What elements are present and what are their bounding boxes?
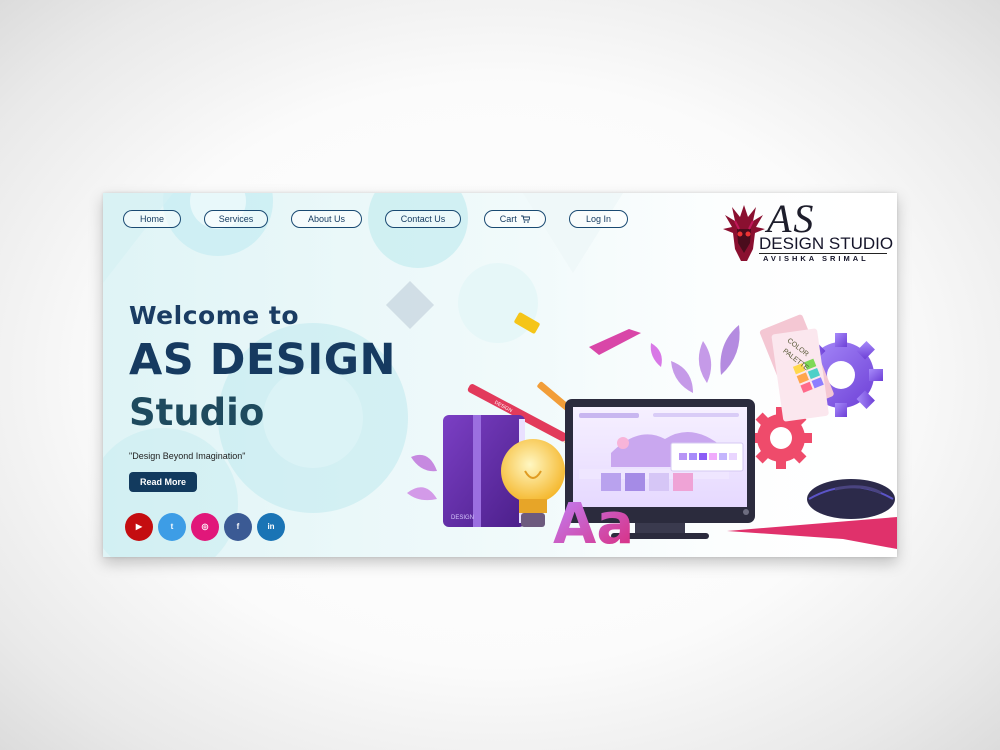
purple-leaf-shape [671,361,693,393]
nav-login-button[interactable]: Log In [569,210,628,228]
pink-leaf-shape [650,343,662,367]
logo-owner: AVISHKA SRIMAL [763,254,869,263]
youtube-icon[interactable]: ▶ [125,513,153,541]
hero-studio: Studio [129,391,265,434]
hero-banner: Home Services About Us Contact Us Cart L… [103,193,897,557]
nav-services-button[interactable]: Services [204,210,268,228]
design-tools-illustration: COLOR PALETTE DESIGN DESIGN Aa [407,312,897,557]
nav-cart-button[interactable]: Cart [484,210,546,228]
yellow-ribbon-shape [514,312,540,334]
purple-leaf-shape [698,341,712,383]
nav-home-button[interactable]: Home [123,210,181,228]
facebook-icon[interactable]: f [224,513,252,541]
read-more-button[interactable]: Read More [129,472,197,492]
hero-welcome: Welcome to [129,301,300,330]
purple-leaf-shape [720,325,740,375]
nav-contact-button[interactable]: Contact Us [385,210,461,228]
twitter-icon[interactable]: t [158,513,186,541]
cart-label: Cart [499,214,517,224]
pink-ribbon-shape [589,329,641,355]
cart-icon [521,215,531,223]
brand-logo[interactable]: AS DESIGN STUDIO AVISHKA SRIMAL [723,196,894,267]
book-label: DESIGN [451,515,474,521]
tribal-mask-icon [723,205,765,261]
font-sample-text: Aa [553,492,634,557]
nav-about-button[interactable]: About Us [291,210,362,228]
hero-title: AS DESIGN [129,335,397,385]
instagram-icon[interactable]: ◎ [191,513,219,541]
hero-tagline: "Design Beyond Imagination" [129,451,246,461]
linkedin-icon[interactable]: in [257,513,285,541]
logo-name: DESIGN STUDIO [759,234,894,253]
